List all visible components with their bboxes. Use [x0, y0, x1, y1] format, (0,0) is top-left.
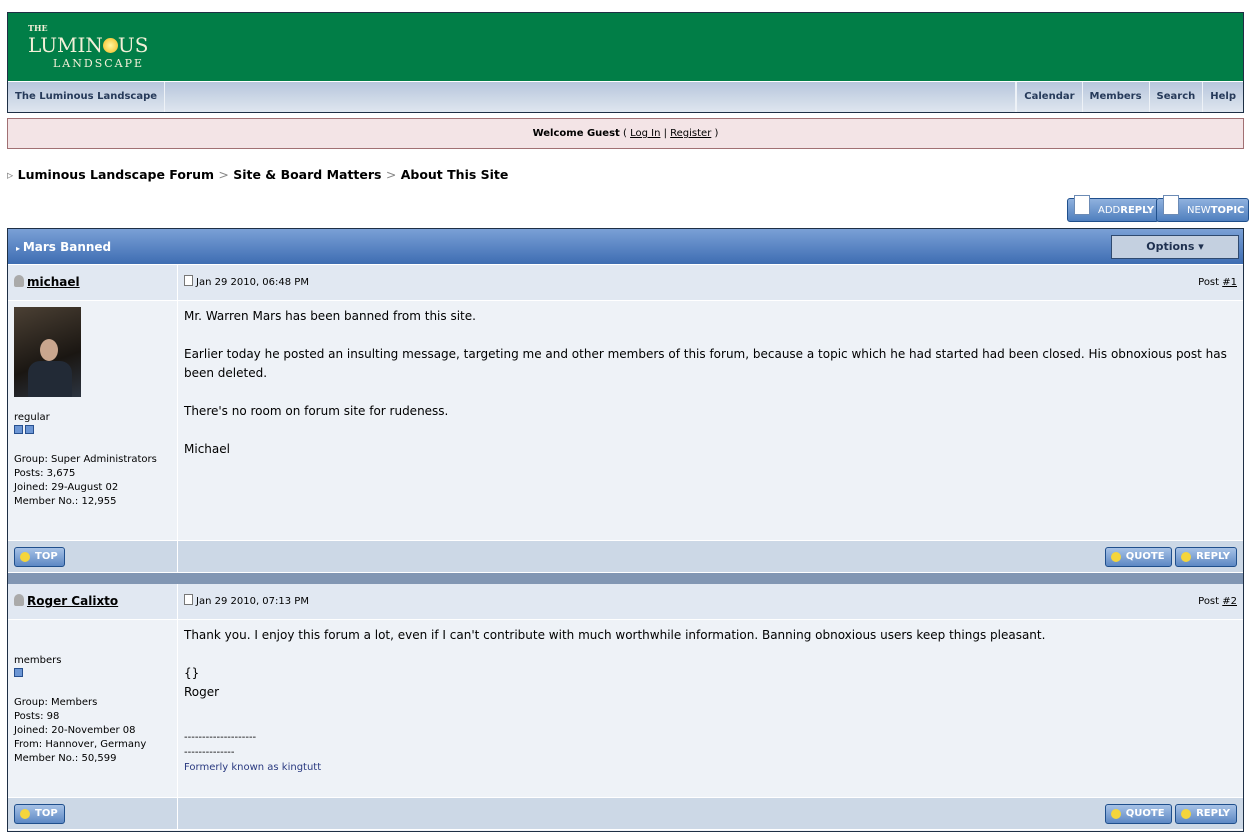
user-joined: Joined: 20-November 08 — [14, 725, 136, 736]
top-button[interactable]: TOP — [14, 547, 65, 567]
user-member-no: Member No.: 50,599 — [14, 753, 117, 764]
quote-icon — [1181, 552, 1192, 562]
triangle-icon: ▹ — [7, 167, 14, 182]
user-member-no: Member No.: 12,955 — [14, 496, 117, 507]
breadcrumb-category[interactable]: Site & Board Matters — [233, 167, 381, 182]
user-info: regular Group: Super Administrators Post… — [8, 301, 178, 540]
topic-title: Mars Banned — [22, 240, 112, 254]
post-link[interactable]: #2 — [1222, 596, 1237, 607]
post-header: Roger Calixto Jan 29 2010, 07:13 PM Post… — [8, 584, 1243, 620]
user-rank: members — [14, 655, 62, 666]
quote-icon — [1181, 809, 1192, 819]
quote-button[interactable]: QUOTE — [1104, 547, 1172, 567]
header: THE LUMIN US LANDSCAPE The Luminous Lands… — [7, 12, 1244, 113]
breadcrumb-forum[interactable]: Luminous Landscape Forum — [18, 167, 214, 182]
user-joined: Joined: 29-August 02 — [14, 482, 119, 493]
author-link[interactable]: Roger Calixto — [27, 594, 118, 608]
breadcrumb-subforum[interactable]: About This Site — [401, 167, 509, 182]
add-reply-button[interactable]: ADDREPLY — [1067, 195, 1160, 222]
logo-text: LUMIN — [28, 33, 103, 57]
plus-icon — [1110, 552, 1121, 562]
topic-title-bar: ▸ Mars Banned Options ▾ — [8, 229, 1243, 265]
post-icon — [184, 594, 193, 605]
nav-bar: The Luminous Landscape Calendar Members … — [8, 82, 1243, 112]
post-icon — [184, 275, 193, 286]
arrow-up-icon — [20, 552, 30, 562]
post-link[interactable]: #1 — [1222, 277, 1237, 288]
user-icon — [14, 275, 24, 287]
options-dropdown[interactable]: Options ▾ — [1111, 235, 1239, 259]
post-body: regular Group: Super Administrators Post… — [8, 301, 1243, 541]
top-button[interactable]: TOP — [14, 804, 65, 824]
sun-icon — [102, 38, 118, 53]
site-logo[interactable]: THE LUMIN US LANDSCAPE — [20, 23, 148, 70]
nav-help[interactable]: Help — [1202, 82, 1243, 112]
user-icon — [14, 594, 24, 606]
post-footer: TOP QUOTE REPLY — [8, 541, 1243, 573]
post-body: members Group: Members Posts: 98 Joined:… — [8, 620, 1243, 798]
reply-button[interactable]: REPLY — [1175, 547, 1237, 567]
user-posts: Posts: 98 — [14, 711, 60, 722]
post-divider — [8, 573, 1243, 584]
signature: -------------------- -------------- Forme… — [184, 732, 322, 773]
login-link[interactable]: Log In — [630, 128, 660, 139]
topic-table: ▸ Mars Banned Options ▾ michael Jan 29 2… — [7, 228, 1244, 832]
nav-calendar[interactable]: Calendar — [1016, 82, 1081, 112]
document-icon — [1163, 195, 1179, 215]
rank-pips — [14, 425, 171, 439]
user-rank: regular — [14, 412, 50, 423]
user-group: Group: Members — [14, 697, 98, 708]
document-plus-icon — [1074, 195, 1090, 215]
reply-button[interactable]: REPLY — [1175, 804, 1237, 824]
new-topic-button[interactable]: NEWTOPIC — [1156, 195, 1250, 222]
user-group: Group: Super Administrators — [14, 454, 157, 465]
post-header: michael Jan 29 2010, 06:48 PM Post #1 — [8, 265, 1243, 301]
banner: THE LUMIN US LANDSCAPE — [8, 13, 1243, 82]
welcome-bar: Welcome Guest ( Log In | Register ) — [7, 118, 1244, 149]
arrow-up-icon — [20, 809, 30, 819]
logo-text: US — [117, 33, 149, 57]
post-footer: TOP QUOTE REPLY — [8, 798, 1243, 830]
welcome-text: Welcome Guest — [532, 128, 620, 139]
plus-icon — [1110, 809, 1121, 819]
arrow-icon: ▸ — [16, 244, 23, 253]
user-posts: Posts: 3,675 — [14, 468, 76, 479]
avatar — [14, 307, 81, 397]
register-link[interactable]: Register — [670, 128, 711, 139]
quote-button[interactable]: QUOTE — [1104, 804, 1172, 824]
post-date: Jan 29 2010, 07:13 PM — [196, 596, 309, 607]
user-from: From: Hannover, Germany — [14, 739, 147, 750]
post-content: Mr. Warren Mars has been banned from thi… — [184, 309, 1227, 456]
author-link[interactable]: michael — [27, 275, 80, 289]
nav-search[interactable]: Search — [1148, 82, 1203, 112]
logo-text: THE — [28, 23, 48, 33]
logo-text: LANDSCAPE — [53, 57, 145, 70]
post-content: Thank you. I enjoy this forum a lot, eve… — [178, 620, 1243, 797]
post-date: Jan 29 2010, 06:48 PM — [196, 277, 309, 288]
rank-pips — [14, 668, 171, 682]
breadcrumb: ▹ Luminous Landscape Forum > Site & Boar… — [7, 167, 509, 182]
user-info: members Group: Members Posts: 98 Joined:… — [8, 620, 178, 797]
nav-home[interactable]: The Luminous Landscape — [8, 82, 166, 112]
nav-members[interactable]: Members — [1081, 82, 1149, 112]
